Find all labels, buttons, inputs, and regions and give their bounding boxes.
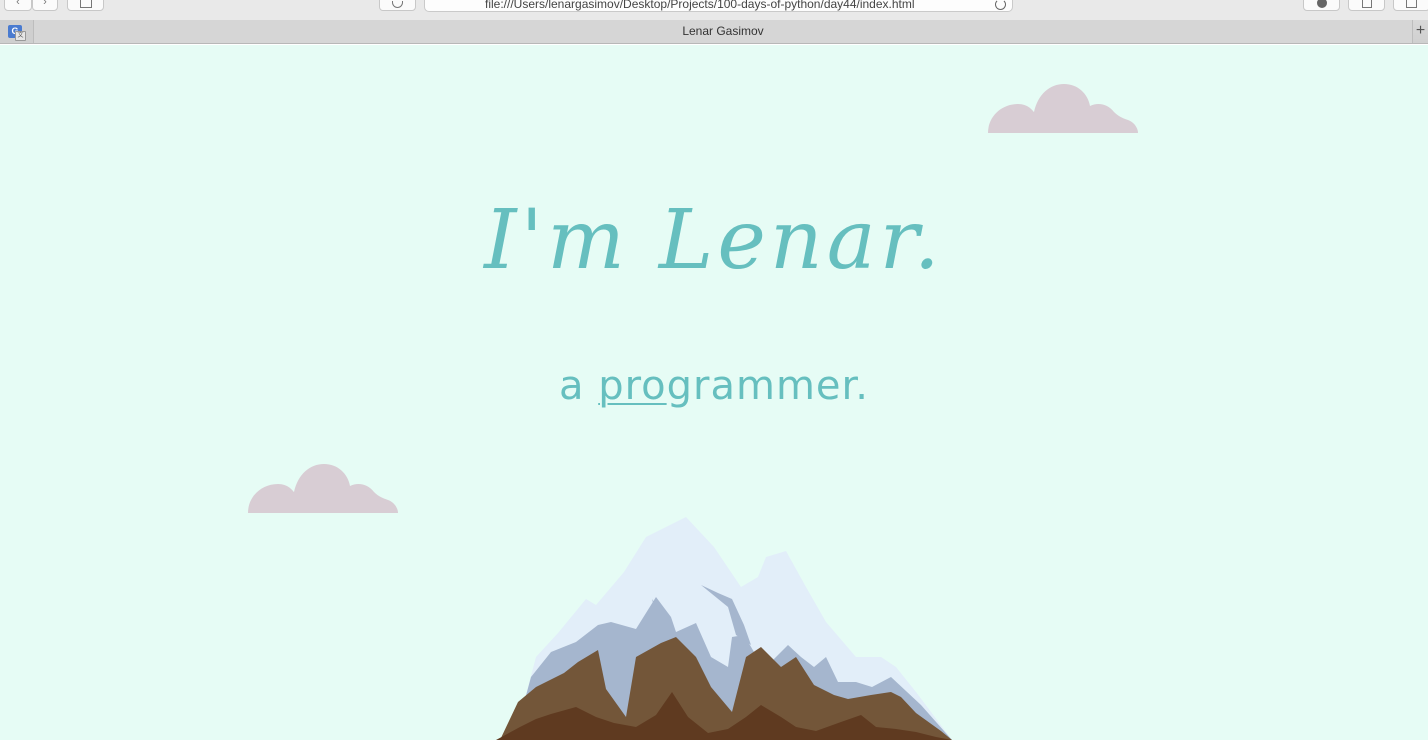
chevron-left-icon: ‹ [16,0,20,8]
subtitle-pro-link[interactable]: pro [598,363,666,409]
shield-icon [392,1,403,8]
shield-button[interactable] [379,0,416,11]
tabs-overview-button[interactable] [1393,0,1428,11]
cloud-icon [248,464,398,513]
new-tab-button[interactable]: + [1412,20,1428,43]
reload-icon[interactable] [995,0,1006,10]
chevron-right-icon: › [43,0,47,8]
pinned-tab[interactable]: G 文 [0,20,34,43]
browser-toolbar: ‹ › file:///Users/lenargasimov/Desktop/P… [0,0,1428,21]
tab-title[interactable]: Lenar Gasimov [34,20,1412,43]
downloads-button[interactable] [1303,0,1340,11]
sidebar-button[interactable] [67,0,104,11]
back-button[interactable]: ‹ [4,0,32,11]
translate-badge-icon: 文 [15,31,26,41]
page-content: I'm Lenar. a programmer. [0,45,1428,740]
subtitle-suffix: grammer. [666,363,870,409]
subtitle-prefix: a [558,363,599,409]
download-icon [1316,0,1327,8]
page-title: I'm Lenar. [484,193,944,288]
url-text: file:///Users/lenargasimov/Desktop/Proje… [485,0,915,11]
tab-bar: G 文 Lenar Gasimov + [0,20,1428,44]
address-bar[interactable]: file:///Users/lenargasimov/Desktop/Proje… [424,0,1013,12]
share-icon [1361,0,1372,8]
sidebar-icon [79,0,92,8]
forward-button[interactable]: › [32,0,58,11]
cloud-icon [988,84,1138,133]
share-button[interactable] [1348,0,1385,11]
tabs-icon [1406,0,1417,8]
mountain-illustration [496,517,952,740]
subtitle: a programmer. [0,363,1428,409]
